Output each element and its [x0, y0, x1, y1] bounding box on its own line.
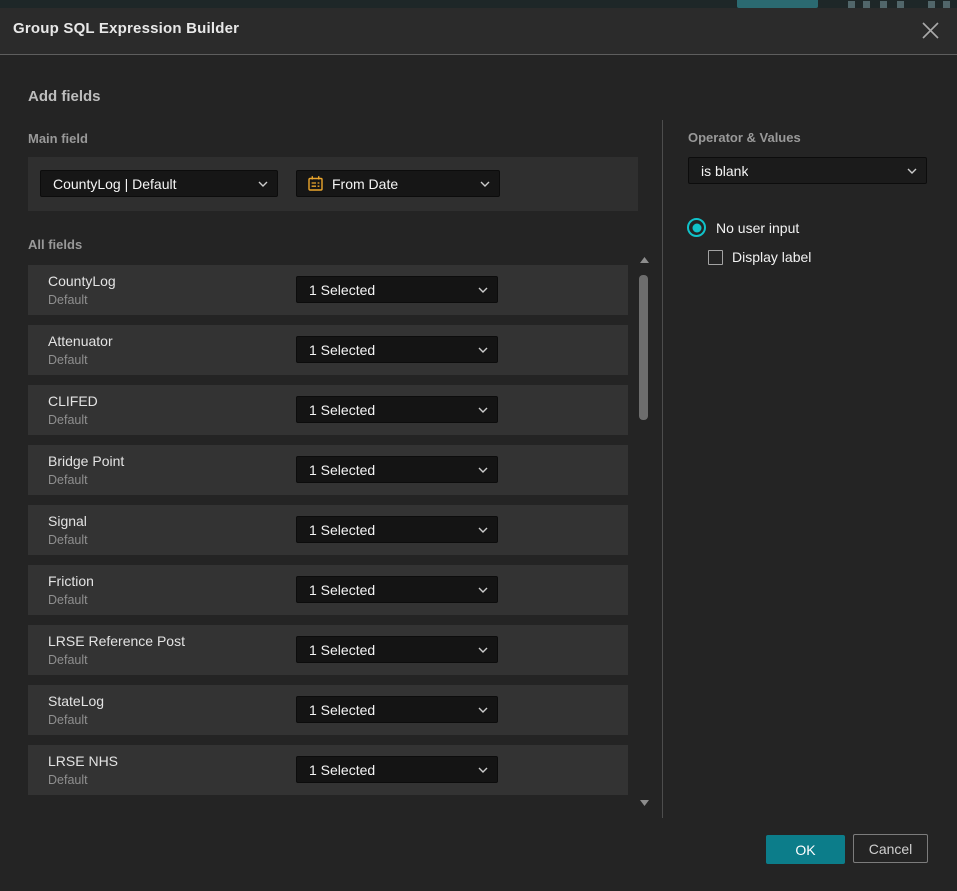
field-name: Signal	[48, 513, 87, 529]
chevron-down-icon	[478, 286, 488, 293]
scroll-down-arrow[interactable]	[638, 798, 650, 808]
cancel-button[interactable]: Cancel	[853, 834, 928, 863]
field-name: Bridge Point	[48, 453, 124, 469]
close-icon[interactable]	[916, 16, 944, 44]
dialog-title: Group SQL Expression Builder	[13, 20, 239, 37]
field-selected-value: 1 Selected	[309, 582, 375, 598]
chevron-down-icon	[258, 180, 268, 187]
chevron-down-icon	[478, 646, 488, 653]
toolbar-fragment	[880, 1, 887, 8]
main-field-panel: CountyLog | Default From Date	[28, 157, 638, 211]
dialog-header: Group SQL Expression Builder	[0, 8, 957, 55]
field-row: Bridge Point Default 1 Selected	[28, 445, 628, 495]
checkbox-unchecked-icon	[708, 250, 723, 265]
field-row: LRSE Reference Post Default 1 Selected	[28, 625, 628, 675]
field-name: Friction	[48, 573, 94, 589]
field-selected-value: 1 Selected	[309, 342, 375, 358]
field-subtitle: Default	[48, 473, 88, 487]
field-selected-value: 1 Selected	[309, 762, 375, 778]
field-name: CLIFED	[48, 393, 98, 409]
layer-select[interactable]: CountyLog | Default	[40, 170, 278, 197]
field-subtitle: Default	[48, 293, 88, 307]
group-sql-expression-builder-dialog: Group SQL Expression Builder Add fields …	[0, 8, 957, 891]
field-name: LRSE Reference Post	[48, 633, 185, 649]
field-name: StateLog	[48, 693, 104, 709]
calendar-icon	[307, 175, 324, 192]
operator-select[interactable]: is blank	[688, 157, 927, 184]
field-selected-value: 1 Selected	[309, 642, 375, 658]
all-fields-label: All fields	[28, 237, 82, 252]
field-row: CountyLog Default 1 Selected	[28, 265, 628, 315]
no-user-input-label: No user input	[716, 220, 799, 236]
field-row: Signal Default 1 Selected	[28, 505, 628, 555]
field-selected-value: 1 Selected	[309, 462, 375, 478]
field-selected-value: 1 Selected	[309, 522, 375, 538]
field-selected-value: 1 Selected	[309, 282, 375, 298]
chevron-down-icon	[478, 466, 488, 473]
field-selected-dropdown[interactable]: 1 Selected	[296, 636, 498, 663]
chevron-down-icon	[478, 766, 488, 773]
field-row: LRSE NHS Default 1 Selected	[28, 745, 628, 795]
chevron-down-icon	[480, 180, 490, 187]
chevron-down-icon	[478, 406, 488, 413]
main-field-select[interactable]: From Date	[296, 170, 500, 197]
main-field-label: Main field	[28, 131, 88, 146]
list-scrollbar	[636, 255, 652, 808]
chevron-down-icon	[478, 346, 488, 353]
radio-selected-icon	[687, 218, 706, 237]
field-row: Friction Default 1 Selected	[28, 565, 628, 615]
field-selected-dropdown[interactable]: 1 Selected	[296, 396, 498, 423]
toolbar-fragment	[897, 1, 904, 8]
field-subtitle: Default	[48, 593, 88, 607]
toolbar-fragment	[928, 1, 935, 8]
screen: Group SQL Expression Builder Add fields …	[0, 0, 957, 891]
field-name: Attenuator	[48, 333, 113, 349]
field-selected-dropdown[interactable]: 1 Selected	[296, 336, 498, 363]
chevron-down-icon	[907, 167, 917, 174]
toolbar-fragment	[737, 0, 818, 8]
field-row: CLIFED Default 1 Selected	[28, 385, 628, 435]
main-field-select-value: From Date	[332, 176, 398, 192]
field-selected-dropdown[interactable]: 1 Selected	[296, 756, 498, 783]
field-subtitle: Default	[48, 353, 88, 367]
field-selected-dropdown[interactable]: 1 Selected	[296, 276, 498, 303]
scroll-up-arrow[interactable]	[638, 255, 650, 265]
chevron-down-icon	[478, 586, 488, 593]
field-selected-dropdown[interactable]: 1 Selected	[296, 696, 498, 723]
field-selected-value: 1 Selected	[309, 402, 375, 418]
column-divider	[662, 120, 663, 818]
scrollbar-thumb[interactable]	[639, 275, 648, 420]
all-fields-list: CountyLog Default 1 Selected Attenuator …	[28, 265, 628, 805]
chevron-down-icon	[478, 706, 488, 713]
toolbar-fragment	[863, 1, 870, 8]
field-selected-dropdown[interactable]: 1 Selected	[296, 516, 498, 543]
operator-select-value: is blank	[701, 163, 748, 179]
field-subtitle: Default	[48, 773, 88, 787]
field-subtitle: Default	[48, 653, 88, 667]
field-name: LRSE NHS	[48, 753, 118, 769]
field-row: Attenuator Default 1 Selected	[28, 325, 628, 375]
ok-button[interactable]: OK	[766, 835, 845, 864]
toolbar-fragment	[848, 1, 855, 8]
field-subtitle: Default	[48, 713, 88, 727]
chevron-down-icon	[478, 526, 488, 533]
field-selected-value: 1 Selected	[309, 702, 375, 718]
display-label-text: Display label	[732, 249, 811, 265]
layer-select-value: CountyLog | Default	[53, 176, 177, 192]
field-name: CountyLog	[48, 273, 116, 289]
field-row: StateLog Default 1 Selected	[28, 685, 628, 735]
field-subtitle: Default	[48, 533, 88, 547]
no-user-input-radio[interactable]: No user input	[687, 218, 799, 237]
display-label-checkbox[interactable]: Display label	[708, 249, 811, 265]
field-selected-dropdown[interactable]: 1 Selected	[296, 456, 498, 483]
operator-values-heading: Operator & Values	[688, 130, 801, 145]
add-fields-heading: Add fields	[28, 88, 101, 105]
toolbar-fragment	[943, 1, 950, 8]
background-app-toolbar	[0, 0, 957, 8]
field-selected-dropdown[interactable]: 1 Selected	[296, 576, 498, 603]
field-subtitle: Default	[48, 413, 88, 427]
